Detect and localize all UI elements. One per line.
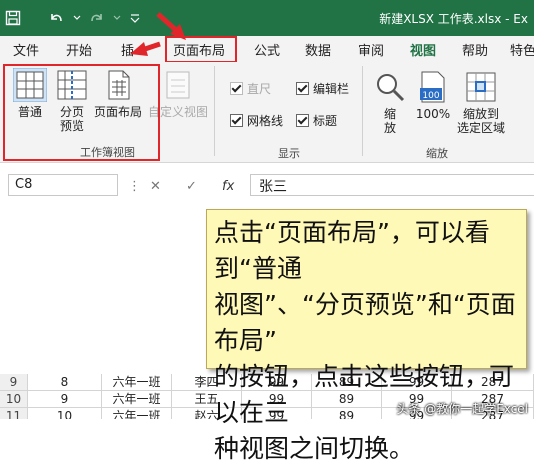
page-layout-highlight — [165, 36, 237, 63]
watermark: 头条 @教你一起学Excel — [396, 402, 528, 416]
tab-review[interactable]: 审阅 — [358, 40, 384, 59]
enter-icon[interactable]: ✓ — [186, 179, 197, 194]
formula-input[interactable]: 张三 — [250, 174, 534, 196]
note-line: 的按钮，点击这些按钮，可以在三 — [214, 362, 515, 427]
headings-label: 标题 — [313, 114, 338, 128]
window-title: 新建XLSX 工作表.xlsx - Ex — [379, 12, 528, 26]
formula-bar-checkbox[interactable]: 编辑栏 — [296, 80, 349, 97]
gridlines-check-box — [230, 114, 243, 127]
customize-toolbar-icon[interactable] — [126, 9, 144, 27]
table-cell[interactable]: 六年一班 — [102, 374, 172, 391]
undo-dropdown-icon[interactable] — [68, 9, 86, 27]
zoom-button[interactable]: 缩 放 — [370, 70, 410, 135]
tab-insert[interactable]: 插 — [121, 40, 134, 59]
zoom-100-label: 100% — [415, 107, 451, 121]
tab-features[interactable]: 特色 — [510, 40, 534, 59]
tab-formulas[interactable]: 公式 — [254, 40, 280, 59]
save-icon[interactable] — [4, 9, 22, 27]
ruler-check-box — [230, 82, 243, 95]
annotation-note: 点击“页面布局”，可以看到“普通 视图”、“分页预览”和“页面布局” 的按钮，点… — [206, 209, 527, 463]
custom-views-icon — [166, 71, 190, 99]
headings-check-box — [296, 114, 309, 127]
title-bar: 新建XLSX 工作表.xlsx - Ex — [0, 0, 534, 36]
ruler-label: 直尺 — [247, 82, 272, 96]
row-header[interactable]: 10 — [0, 391, 28, 408]
table-cell[interactable]: 六年一班 — [102, 391, 172, 408]
gridlines-label: 网格线 — [247, 114, 284, 128]
zoom-to-selection-label-2: 选定区域 — [456, 121, 505, 135]
note-text: 点击“页面布局”，可以看到“普通 视图”、“分页预览”和“页面布局” 的按钮，点… — [214, 215, 520, 467]
formula-bar-label: 编辑栏 — [313, 82, 350, 96]
formula-bar-check-box — [296, 82, 309, 95]
name-box-dropdown-icon[interactable]: ⋮ — [128, 179, 141, 194]
workbook-views-highlight — [3, 64, 160, 161]
ribbon-separator — [214, 66, 215, 156]
zoom-100-icon-text: 100 — [422, 91, 439, 101]
show-group-label: 显示 — [278, 147, 300, 160]
formula-bar: C8 ⋮ ✕ ✓ fx 张三 — [0, 170, 534, 202]
table-cell[interactable]: 9 — [28, 391, 102, 408]
headings-checkbox[interactable]: 标题 — [296, 112, 337, 129]
tab-view[interactable]: 视图 — [410, 40, 437, 64]
zoom-to-selection-icon — [466, 72, 496, 102]
insert-function-button[interactable]: fx — [222, 179, 234, 194]
zoom-group-label: 缩放 — [426, 147, 448, 160]
name-box[interactable]: C8 — [8, 174, 118, 196]
zoom-to-selection-button[interactable]: 缩放到 选定区域 — [455, 70, 507, 135]
note-line: 种视图之间切换。 — [214, 434, 415, 463]
zoom-100-icon: 100 — [420, 71, 445, 103]
zoom-to-selection-label-1: 缩放到 — [462, 107, 499, 121]
row-header[interactable]: 11 — [0, 408, 28, 419]
row-header[interactable]: 9 — [0, 374, 28, 391]
zoom-label-1: 缩 — [383, 107, 396, 121]
table-cell[interactable]: 10 — [28, 408, 102, 419]
ribbon-tabs: 文件 开始 插 页面布局 公式 数据 审阅 视图 帮助 特色 — [0, 36, 534, 64]
ruler-checkbox[interactable]: 直尺 — [230, 80, 271, 97]
redo-dropdown-icon[interactable] — [108, 9, 126, 27]
tab-help[interactable]: 帮助 — [462, 40, 488, 59]
ribbon-separator — [362, 66, 363, 156]
gridlines-checkbox[interactable]: 网格线 — [230, 112, 283, 129]
tab-data[interactable]: 数据 — [305, 40, 331, 59]
table-cell[interactable]: 六年一班 — [102, 408, 172, 419]
tab-home[interactable]: 开始 — [66, 40, 92, 59]
cancel-icon[interactable]: ✕ — [150, 179, 161, 194]
magnifier-icon — [377, 74, 405, 102]
note-line: 点击“页面布局”，可以看到“普通 — [214, 218, 490, 283]
note-line: 视图”、“分页预览”和“页面布局” — [214, 290, 516, 355]
tab-file[interactable]: 文件 — [13, 40, 39, 59]
zoom-label-2: 放 — [383, 121, 396, 135]
undo-icon[interactable] — [47, 9, 65, 27]
table-cell[interactable]: 8 — [28, 374, 102, 391]
zoom-100-button[interactable]: 100 100% — [413, 70, 453, 121]
redo-icon[interactable] — [88, 9, 106, 27]
